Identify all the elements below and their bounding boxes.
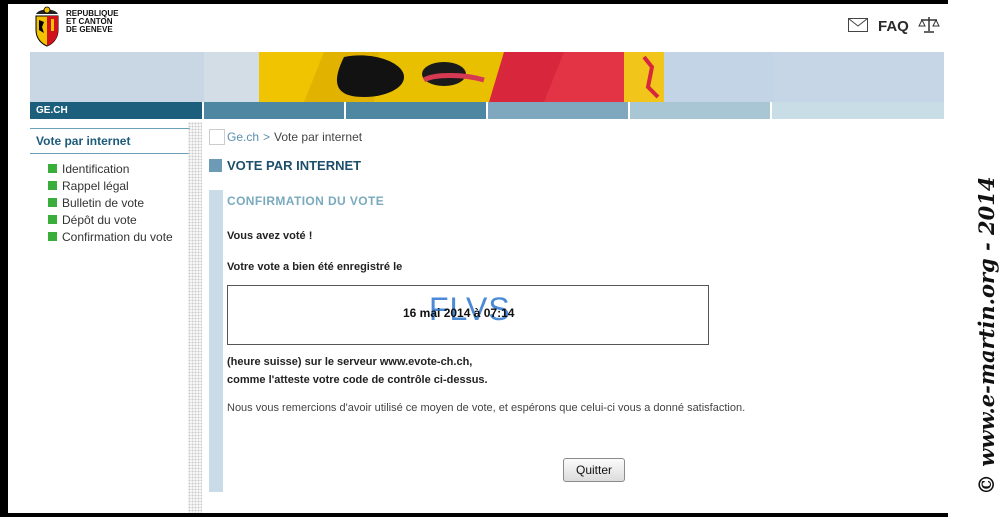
- logo-text: REPUBLIQUE ET CANTON DE GENEVE: [66, 10, 118, 34]
- sidebar-item-label: Identification: [62, 161, 130, 176]
- voted-message: Vous avez voté !: [227, 230, 313, 242]
- vote-timestamp: 16 mai 2014 à 07:14: [403, 306, 515, 320]
- sidebar-item-bulletin-de-vote[interactable]: Bulletin de vote: [48, 194, 190, 211]
- control-code-box: FLVS 16 mai 2014 à 07:14: [227, 285, 709, 345]
- recorded-message: Votre vote a bien été enregistré le: [227, 261, 403, 273]
- logo-line-3: DE GENEVE: [66, 25, 113, 34]
- nav-segment-6[interactable]: [772, 102, 944, 119]
- sidebar-menu: Identification Rappel légal Bulletin de …: [30, 160, 190, 245]
- gech-home-link[interactable]: GE.CH: [30, 102, 204, 119]
- geneva-coat-of-arms-logo[interactable]: [30, 6, 64, 48]
- panel-side-bar: [209, 190, 223, 492]
- balance-scale-icon[interactable]: [918, 16, 940, 39]
- confirmation-panel: CONFIRMATION DU VOTE Vous avez voté ! Vo…: [209, 190, 929, 492]
- server-message: (heure suisse) sur le serveur www.evote-…: [227, 356, 473, 368]
- breadcrumb-box-icon: [209, 129, 225, 145]
- nav-segment-3[interactable]: [346, 102, 488, 119]
- copyright-watermark: © www.e-martin.org - 2014: [974, 176, 999, 495]
- mail-icon[interactable]: [848, 18, 868, 37]
- breadcrumb-home-link[interactable]: Ge.ch: [227, 130, 259, 144]
- nav-segment-2[interactable]: [204, 102, 346, 119]
- main-content: Ge.ch > Vote par internet VOTE PAR INTER…: [209, 128, 929, 492]
- color-nav-strip: GE.CH: [30, 102, 944, 119]
- green-square-icon: [48, 232, 57, 241]
- banner-pattern: [30, 52, 204, 102]
- thanks-message: Nous vous remercions d'avoir utilisé ce …: [227, 402, 746, 414]
- watermark-strip: © www.e-martin.org - 2014: [948, 0, 1000, 517]
- green-square-icon: [48, 198, 57, 207]
- sidebar-item-label: Bulletin de vote: [62, 195, 145, 210]
- header-banner: [30, 52, 944, 102]
- sidebar-item-label: Confirmation du vote: [62, 229, 173, 244]
- quit-button[interactable]: Quitter: [563, 458, 625, 482]
- header-tools: FAQ: [838, 14, 948, 38]
- green-square-icon: [48, 181, 57, 190]
- breadcrumb: Ge.ch > Vote par internet: [209, 128, 929, 146]
- dotted-separator: [188, 122, 202, 513]
- sidebar-item-identification[interactable]: Identification: [48, 160, 190, 177]
- sidebar-item-confirmation-du-vote[interactable]: Confirmation du vote: [48, 228, 190, 245]
- nav-segment-5[interactable]: [630, 102, 772, 119]
- nav-segment-4[interactable]: [488, 102, 630, 119]
- left-sidebar: Vote par internet Identification Rappel …: [30, 128, 190, 245]
- section-title: CONFIRMATION DU VOTE: [227, 194, 385, 208]
- page-title-row: VOTE PAR INTERNET: [209, 158, 929, 173]
- breadcrumb-current: Vote par internet: [274, 130, 363, 144]
- sidebar-title[interactable]: Vote par internet: [30, 128, 190, 154]
- sidebar-item-label: Dépôt du vote: [62, 212, 137, 227]
- sidebar-item-rappel-legal[interactable]: Rappel légal: [48, 177, 190, 194]
- sidebar-item-label: Rappel légal: [62, 178, 129, 193]
- green-square-icon: [48, 215, 57, 224]
- sidebar-item-depot-du-vote[interactable]: Dépôt du vote: [48, 211, 190, 228]
- faq-link[interactable]: FAQ: [878, 18, 909, 35]
- geneva-flag-image: [204, 52, 774, 102]
- green-square-icon: [48, 164, 57, 173]
- breadcrumb-separator: >: [263, 130, 271, 144]
- attest-message: comme l'atteste votre code de contrôle c…: [227, 374, 488, 386]
- page-title: VOTE PAR INTERNET: [227, 158, 362, 173]
- browser-page: REPUBLIQUE ET CANTON DE GENEVE FAQ GE.CH…: [8, 4, 948, 513]
- title-square-icon: [209, 159, 222, 172]
- banner-sky: [774, 52, 944, 102]
